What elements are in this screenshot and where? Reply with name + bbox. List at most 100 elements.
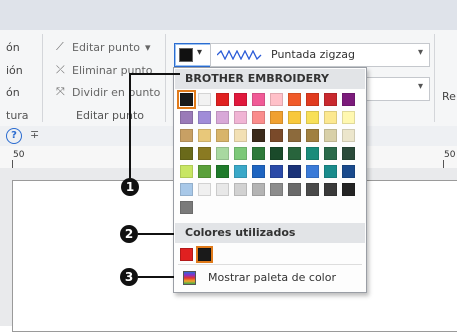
color-swatch[interactable] [306, 129, 319, 142]
color-swatch[interactable] [216, 129, 229, 142]
show-color-palette-label: Mostrar paleta de color [208, 271, 336, 284]
used-color-swatch[interactable] [196, 246, 213, 263]
color-swatch[interactable] [306, 93, 319, 106]
ruler-tick [12, 160, 13, 168]
color-swatch[interactable] [306, 183, 319, 196]
callout-3-line [138, 276, 174, 278]
color-swatch[interactable] [288, 129, 301, 142]
stitch-type-select[interactable]: Puntada zigzag ▾ [210, 43, 430, 67]
split-point-button[interactable]: Dividir en punto [72, 86, 160, 99]
color-swatch[interactable] [324, 129, 337, 142]
ribbon-item-right[interactable]: Re [442, 90, 456, 103]
color-swatch[interactable] [288, 93, 301, 106]
ruler-label-right: 50 [444, 150, 456, 160]
color-swatch[interactable] [198, 147, 211, 160]
color-swatch[interactable] [252, 165, 265, 178]
show-color-palette-item[interactable]: Mostrar paleta de color [178, 268, 362, 288]
color-swatch[interactable] [234, 129, 247, 142]
color-swatch[interactable] [198, 111, 211, 124]
color-swatch[interactable] [252, 93, 265, 106]
color-swatch[interactable] [306, 147, 319, 160]
edit-point-button[interactable]: Editar punto [72, 41, 140, 54]
color-swatch[interactable] [177, 90, 196, 109]
color-swatch[interactable] [216, 183, 229, 196]
color-swatch[interactable] [270, 93, 283, 106]
color-swatch[interactable] [306, 165, 319, 178]
color-swatch[interactable] [198, 183, 211, 196]
color-swatch[interactable] [216, 111, 229, 124]
color-swatch[interactable] [180, 111, 193, 124]
color-swatch[interactable] [234, 147, 247, 160]
color-swatch[interactable] [198, 165, 211, 178]
qat-dropdown-icon[interactable]: ∓ [30, 128, 39, 141]
color-swatch[interactable] [198, 129, 211, 142]
ribbon-separator [434, 34, 435, 122]
color-swatch[interactable] [270, 129, 283, 142]
ribbon-item-1[interactable]: ón [6, 41, 20, 54]
color-swatch[interactable] [288, 147, 301, 160]
color-swatch[interactable] [270, 183, 283, 196]
color-swatch[interactable] [216, 147, 229, 160]
color-swatch[interactable] [234, 183, 247, 196]
color-swatch[interactable] [180, 129, 193, 142]
help-icon[interactable]: ? [6, 128, 22, 144]
color-swatch[interactable] [180, 201, 193, 214]
ribbon-separator [165, 34, 166, 122]
color-swatch[interactable] [288, 183, 301, 196]
color-swatch[interactable] [252, 111, 265, 124]
color-swatch[interactable] [270, 111, 283, 124]
color-swatch[interactable] [180, 165, 193, 178]
zigzag-stitch-icon [217, 50, 262, 60]
color-swatch[interactable] [270, 165, 283, 178]
callout-1-line [129, 73, 131, 178]
callout-2-line [138, 233, 174, 235]
color-swatch[interactable] [288, 111, 301, 124]
delete-point-icon: ⤫ [56, 63, 65, 76]
color-swatch[interactable] [342, 147, 355, 160]
ribbon-item-3[interactable]: ón [6, 86, 20, 99]
ribbon-item-2[interactable]: ión [6, 64, 23, 77]
color-swatch[interactable] [324, 147, 337, 160]
color-swatch[interactable] [216, 93, 229, 106]
delete-point-button[interactable]: Eliminar punto [72, 64, 153, 77]
color-swatch[interactable] [180, 183, 193, 196]
color-swatch[interactable] [342, 93, 355, 106]
stitch-type2-select[interactable]: ▾ [362, 77, 430, 101]
color-swatch[interactable] [342, 111, 355, 124]
color-swatch[interactable] [288, 165, 301, 178]
palette-header: BROTHER EMBROIDERY [175, 69, 365, 89]
color-swatch[interactable] [234, 111, 247, 124]
color-palette-popup: BROTHER EMBROIDERY Colores utilizados Mo… [173, 67, 367, 293]
color-swatch[interactable] [234, 165, 247, 178]
chevron-down-icon: ▾ [145, 41, 151, 54]
ruler-tick [443, 160, 444, 168]
color-swatch[interactable] [198, 93, 211, 106]
color-swatch[interactable] [252, 147, 265, 160]
color-swatch[interactable] [342, 183, 355, 196]
thread-color-button[interactable]: ▾ [174, 43, 212, 67]
stitch-type-label: Puntada zigzag [271, 48, 355, 61]
color-swatch[interactable] [234, 93, 247, 106]
split-point-icon: ⤧ [56, 85, 65, 98]
current-color-swatch [179, 48, 193, 62]
used-color-swatch[interactable] [180, 248, 193, 261]
edit-point-icon: ⟋ [56, 40, 64, 53]
edit-point-group-label: Editar punto [76, 109, 145, 122]
color-swatch[interactable] [252, 129, 265, 142]
color-swatch[interactable] [342, 165, 355, 178]
color-swatch[interactable] [324, 165, 337, 178]
color-swatch[interactable] [216, 165, 229, 178]
callout-1-line [130, 73, 180, 75]
ribbon-group-label-left: tura [6, 109, 29, 122]
callout-1: 1 [121, 178, 139, 196]
color-swatch[interactable] [342, 129, 355, 142]
color-swatch[interactable] [324, 183, 337, 196]
color-swatch[interactable] [324, 93, 337, 106]
color-swatch[interactable] [324, 111, 337, 124]
chevron-down-icon: ▾ [417, 47, 423, 58]
color-swatch[interactable] [252, 183, 265, 196]
color-swatch[interactable] [180, 147, 193, 160]
callout-3: 3 [120, 268, 138, 286]
color-swatch[interactable] [270, 147, 283, 160]
color-swatch[interactable] [306, 111, 319, 124]
